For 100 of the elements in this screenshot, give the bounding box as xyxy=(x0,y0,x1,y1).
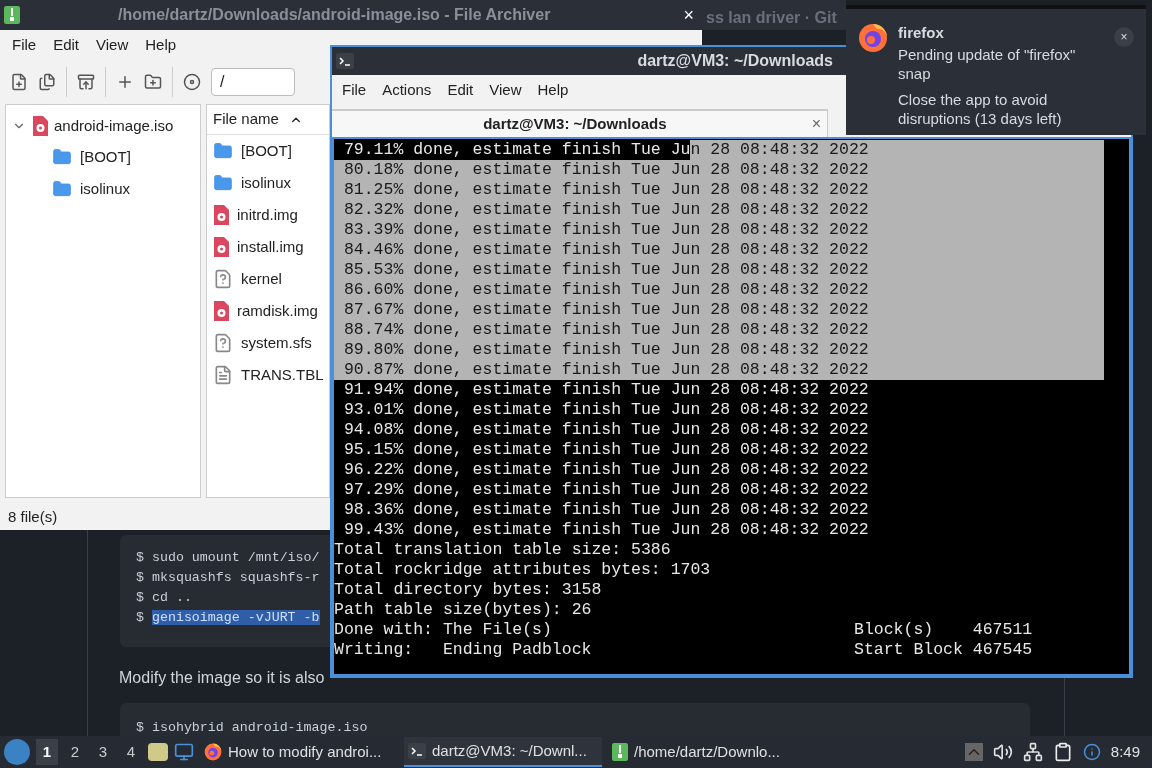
folder-icon xyxy=(213,141,233,161)
file-manager-icon[interactable] xyxy=(148,743,168,761)
column-header[interactable]: File name xyxy=(207,105,329,135)
terminal-line: 93.01% done, estimate finish Tue Jun 28 08:48:32 2022 xyxy=(342,400,870,420)
menu-item[interactable]: Help xyxy=(529,78,577,102)
file-name: kernel xyxy=(241,268,282,289)
volume-icon[interactable] xyxy=(992,742,1013,762)
menu-item[interactable]: File xyxy=(4,31,45,59)
disc-file-icon xyxy=(213,205,229,225)
terminal-line: Total rockridge attributes bytes: 1703 xyxy=(334,560,712,580)
terminal-line: Total translation table size: 5386 xyxy=(334,540,672,560)
paragraph: Modify the image so it is also xyxy=(119,668,325,688)
terminal-icon xyxy=(408,743,426,759)
window-title: ss lan driver · Git xyxy=(706,8,837,28)
archive-app-icon xyxy=(4,6,20,24)
terminal-line: 94.08% done, estimate finish Tue Jun 28 08:48:32 2022 xyxy=(342,420,870,440)
desktop-icon[interactable] xyxy=(174,742,194,762)
terminal-line: 95.15% done, estimate finish Tue Jun 28 08:48:32 2022 xyxy=(342,440,870,460)
firefox-logo-icon xyxy=(204,743,222,761)
terminal-icon xyxy=(336,53,354,69)
workspace-button[interactable]: 1 xyxy=(36,739,58,765)
tree-label: isolinux xyxy=(80,178,131,199)
terminal-line: 91.94% done, estimate finish Tue Jun 28 08:48:32 2022 xyxy=(342,380,870,400)
terminal-line: 97.29% done, estimate finish Tue Jun 28 08:48:32 2022 xyxy=(342,480,870,500)
file-name: install.img xyxy=(237,236,304,257)
folder-icon xyxy=(52,147,72,167)
file-name: system.sfs xyxy=(241,332,312,353)
file-row[interactable]: isolinux xyxy=(207,167,329,199)
notification-text: Pending update of "firefox" snap xyxy=(898,45,1077,83)
menu-item[interactable]: File xyxy=(334,78,375,102)
folder-icon xyxy=(52,179,72,199)
terminal-line: Path table size(bytes): 26 xyxy=(334,600,593,620)
firefox-logo-icon xyxy=(858,23,888,53)
unknown-file-icon xyxy=(213,333,233,353)
code-line: $ isohybrid android-image.iso xyxy=(136,719,369,736)
terminal-line: 98.36% done, estimate finish Tue Jun 28 08:48:32 2022 xyxy=(342,500,870,520)
start-menu-icon[interactable] xyxy=(4,739,30,765)
code-line: $ mksquashfs squashfs-r xyxy=(136,569,320,587)
tree-label: [BOOT] xyxy=(80,146,131,167)
stop-icon[interactable] xyxy=(183,73,201,91)
terminal-line: Writing: Ending Padblock Start Block 467545 xyxy=(334,640,1034,660)
close-tab-button[interactable]: × xyxy=(811,116,821,132)
add-file-icon[interactable] xyxy=(116,73,134,91)
copy-icon[interactable] xyxy=(38,73,56,91)
menu-item[interactable]: View xyxy=(88,31,137,59)
terminal-line: 99.43% done, estimate finish Tue Jun 28 08:48:32 2022 xyxy=(342,520,870,540)
file-name: TRANS.TBL xyxy=(241,364,324,385)
file-row[interactable]: TRANS.TBL xyxy=(207,359,329,391)
archive-app-icon xyxy=(612,743,628,761)
menu-item[interactable]: Help xyxy=(137,31,185,59)
disc-file-icon xyxy=(213,301,229,321)
file-name: isolinux xyxy=(241,172,292,193)
menu-item[interactable]: Edit xyxy=(439,78,482,102)
file-row[interactable]: kernel xyxy=(207,263,329,295)
menu-item[interactable]: Edit xyxy=(45,31,88,59)
clock[interactable]: 8:49 xyxy=(1110,740,1140,764)
notification-title: firefox xyxy=(898,23,945,42)
workspace-button[interactable]: 2 xyxy=(64,739,86,765)
tree-item[interactable]: android-image.iso xyxy=(6,111,200,141)
taskbar-task[interactable]: How to modify androi... xyxy=(200,737,398,767)
tree-label: android-image.iso xyxy=(54,115,174,136)
taskbar-task[interactable]: dartz@VM3: ~/Downl... xyxy=(404,737,602,767)
new-archive-icon[interactable] xyxy=(10,73,28,91)
code-line: $ cd .. xyxy=(136,589,192,607)
info-icon[interactable] xyxy=(1082,743,1101,761)
window-title: dartz@VM3: ~/Downloads xyxy=(637,51,833,71)
file-name: initrd.img xyxy=(237,204,298,225)
workspace-button[interactable]: 3 xyxy=(92,739,114,765)
unknown-file-icon xyxy=(213,269,233,289)
terminal-line: Total directory bytes: 3158 xyxy=(334,580,603,600)
menu-item[interactable]: Actions xyxy=(374,78,440,102)
add-folder-icon[interactable] xyxy=(144,73,162,91)
file-name: ramdisk.img xyxy=(237,300,318,321)
window-title: /home/dartz/Downloads/android-image.iso - File Archiver xyxy=(118,5,551,25)
file-row[interactable]: system.sfs xyxy=(207,327,329,359)
file-row[interactable]: initrd.img xyxy=(207,199,329,231)
code-line: $ sudo umount /mnt/iso/ xyxy=(136,549,320,567)
taskbar-task[interactable]: /home/dartz/Downlo... xyxy=(608,737,806,767)
disc-file-icon xyxy=(32,116,48,136)
close-button[interactable]: × xyxy=(683,6,694,24)
tree-item[interactable]: isolinux xyxy=(6,173,200,205)
file-name: [BOOT] xyxy=(241,140,292,161)
terminal-line: Done with: The File(s) Block(s) 467511 xyxy=(334,620,1034,640)
tray-expand-icon[interactable] xyxy=(964,743,983,761)
close-button[interactable]: × xyxy=(1114,27,1134,47)
network-icon[interactable] xyxy=(1022,742,1043,762)
text-file-icon xyxy=(213,365,233,385)
terminal-tab[interactable]: dartz@VM3: ~/Downloads × xyxy=(332,109,828,137)
terminal-line: 96.22% done, estimate finish Tue Jun 28 08:48:32 2022 xyxy=(342,460,870,480)
file-row[interactable]: ramdisk.img xyxy=(207,295,329,327)
folder-icon xyxy=(213,173,233,193)
file-row[interactable]: [BOOT] xyxy=(207,135,329,167)
workspace-button[interactable]: 4 xyxy=(120,739,142,765)
disc-file-icon xyxy=(213,237,229,257)
menu-item[interactable]: View xyxy=(481,78,530,102)
extract-icon[interactable] xyxy=(77,73,95,91)
status-text: 8 file(s) xyxy=(8,506,58,527)
location-field[interactable]: / xyxy=(211,68,295,96)
file-row[interactable]: install.img xyxy=(207,231,329,263)
tree-item[interactable]: [BOOT] xyxy=(6,141,200,173)
